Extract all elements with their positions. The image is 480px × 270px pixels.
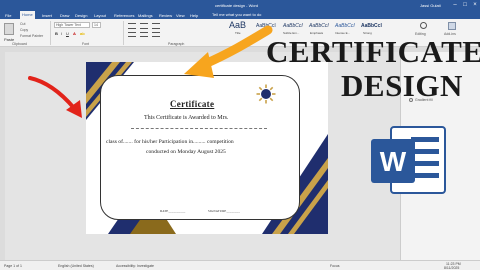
page-count[interactable]: Page 1 of 1 — [4, 264, 22, 268]
curved-arrow-head — [184, 52, 214, 78]
focus-mode-button[interactable]: Focus — [330, 264, 340, 268]
svg-text:W: W — [380, 146, 407, 177]
status-bar: Page 1 of 1 English (United States) Acce… — [0, 260, 480, 270]
word-logo-icon: W — [371, 126, 446, 194]
accessibility-status[interactable]: Accessibility: Investigate — [116, 264, 154, 268]
curved-arrow-icon — [200, 25, 273, 69]
language-indicator[interactable]: English (United States) — [58, 264, 94, 268]
red-arrow-icon — [28, 76, 76, 110]
overlay-headline-line1: CERTIFICATE — [266, 34, 480, 69]
clock-date: 8/11/2025 — [444, 266, 460, 270]
overlay-headline-line2: DESIGN — [341, 68, 463, 103]
